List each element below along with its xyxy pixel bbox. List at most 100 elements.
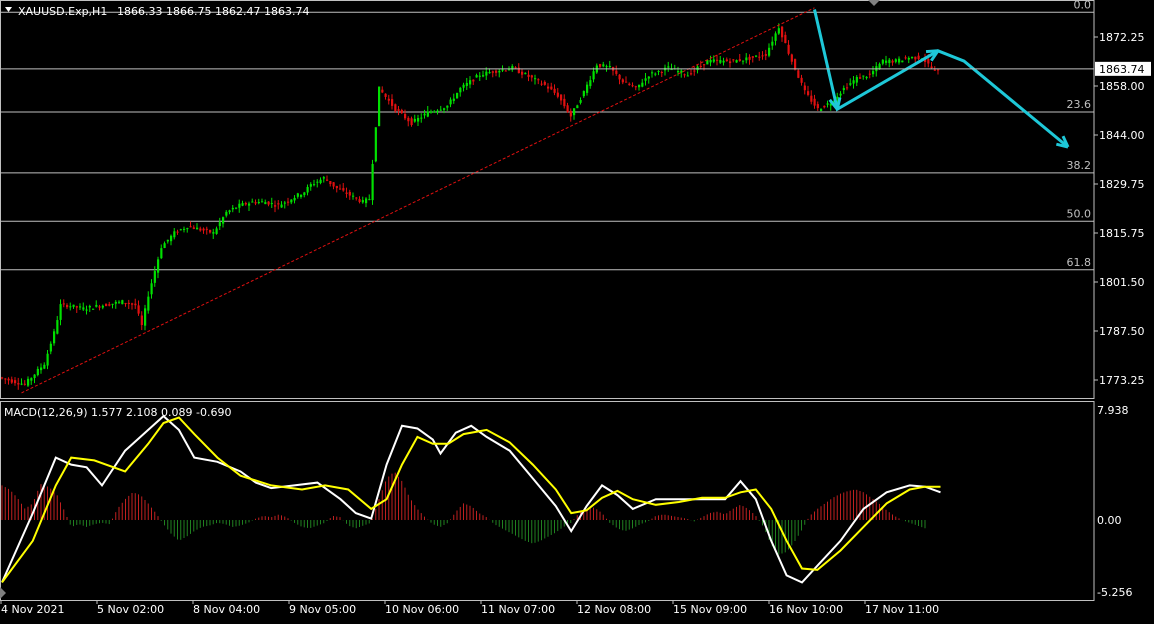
candle-body [352, 195, 355, 197]
candle-body [88, 305, 91, 308]
candle-body [930, 66, 933, 69]
candle-body [644, 78, 647, 81]
candle-body [660, 72, 663, 74]
candle-body [465, 82, 468, 86]
candle-body [410, 118, 413, 126]
candle-body [225, 211, 228, 216]
candle-body [358, 199, 361, 203]
candle-body [693, 70, 696, 72]
candle-body [449, 99, 452, 105]
candle-body [852, 80, 855, 84]
candle-body [927, 59, 930, 64]
candle-body [686, 75, 689, 77]
candle-body [114, 301, 117, 304]
candle-body [157, 259, 160, 273]
candle-body [277, 203, 280, 205]
candle-body [46, 353, 49, 366]
candle-body [777, 28, 780, 34]
candle-body [634, 86, 637, 88]
candle-body [118, 301, 121, 303]
candle-body [27, 378, 30, 386]
candle-body [816, 104, 819, 109]
candle-body [667, 66, 670, 68]
candle-body [394, 104, 397, 112]
candle-body [803, 85, 806, 91]
candle-body [745, 57, 748, 61]
fib-label: 50.0 [1067, 207, 1092, 220]
candle-body [742, 60, 745, 62]
candle-body [391, 99, 394, 106]
candle-body [800, 77, 803, 83]
candle-body [53, 331, 56, 344]
candle-body [846, 87, 849, 89]
candle-body [657, 70, 660, 72]
candle-body [212, 232, 215, 234]
candle-body [134, 303, 137, 306]
candle-body [933, 69, 936, 71]
candle-body [508, 69, 511, 71]
candle-body [14, 380, 17, 384]
candle-body [397, 109, 400, 111]
price-tick-label: 1815.75 [1099, 227, 1145, 240]
candle-body [898, 58, 901, 63]
candle-body [420, 117, 423, 119]
candle-body [300, 194, 303, 197]
candle-body [342, 188, 345, 191]
candle-body [696, 66, 699, 71]
candle-body [907, 57, 910, 60]
candle-body [170, 235, 173, 242]
candle-body [872, 71, 875, 75]
price-tick-label: 1773.25 [1099, 374, 1145, 387]
candle-body [521, 71, 524, 75]
candle-body [147, 296, 150, 311]
price-tick-label: 1787.50 [1099, 325, 1145, 338]
price-tick-label: 1829.75 [1099, 178, 1145, 191]
candle-body [400, 110, 403, 114]
candle-body [189, 226, 192, 228]
candle-body [735, 60, 738, 63]
candle-body [33, 374, 36, 379]
candle-body [192, 227, 195, 229]
fib-label: 0.0 [1074, 0, 1092, 11]
candle-body [20, 383, 23, 385]
price-tick-label: 1858.00 [1099, 80, 1145, 93]
candle-body [326, 179, 329, 181]
candle-body [699, 65, 702, 67]
time-tick-label: 12 Nov 08:00 [577, 603, 651, 616]
candle-body [287, 201, 290, 203]
candle-body [855, 77, 858, 83]
candle-body [413, 118, 416, 122]
candle-body [579, 99, 582, 103]
candle-body [202, 228, 205, 231]
candle-body [329, 180, 332, 185]
candle-body [365, 198, 368, 204]
time-tick-label: 5 Nov 02:00 [97, 603, 164, 616]
candle-body [690, 73, 693, 75]
candle-body [280, 204, 283, 208]
candle-body [387, 98, 390, 101]
price-chart: 0.0 23.6 38.2 50.0 61.8 1872.25 1858.00 1844.0… [0, 0, 1154, 620]
candle-body [891, 60, 894, 63]
candle-body [498, 71, 501, 73]
time-tick-label: 10 Nov 06:00 [385, 603, 459, 616]
candle-body [563, 98, 566, 107]
candle-body [124, 303, 127, 305]
candle-body [248, 203, 251, 206]
candle-body [322, 177, 325, 179]
candle-body [436, 110, 439, 112]
time-tick-label: 4 Nov 2021 [1, 603, 64, 616]
candle-body [443, 108, 446, 110]
candle-body [901, 60, 904, 63]
candle-body [267, 201, 270, 205]
candle-body [313, 184, 316, 186]
candle-body [556, 92, 559, 97]
candle-body [66, 304, 69, 308]
symbol-label: XAUUSD.Exp,H1 [18, 5, 107, 18]
candle-body [592, 71, 595, 80]
candle-body [235, 207, 238, 209]
candle-body [615, 70, 618, 74]
candle-body [371, 163, 374, 201]
candle-body [781, 26, 784, 38]
candle-body [228, 210, 231, 213]
candle-body [813, 98, 816, 106]
